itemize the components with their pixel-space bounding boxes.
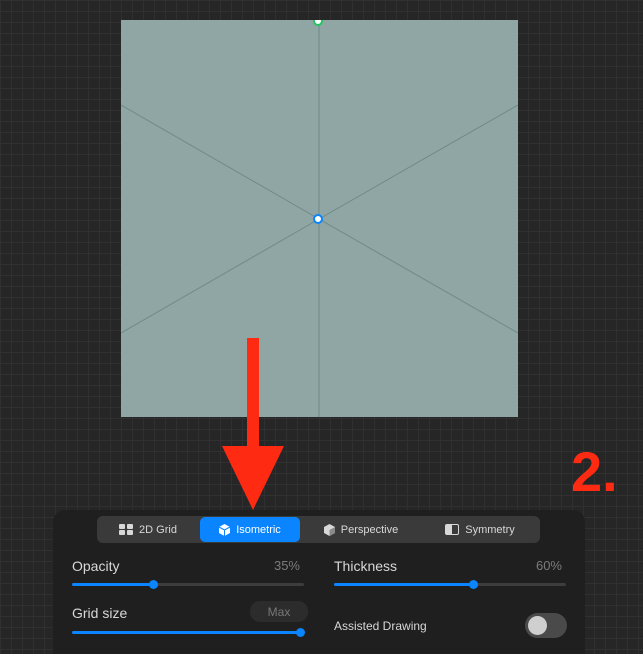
thickness-value: 60% [535, 558, 562, 573]
opacity-value: 35% [273, 558, 300, 573]
thickness-label: Thickness [334, 558, 398, 574]
grid-2d-icon [119, 524, 134, 535]
guide-line-right-lower [318, 218, 518, 334]
assisted-drawing-toggle[interactable] [525, 613, 567, 638]
guide-line-left-lower [121, 218, 320, 334]
assisted-drawing-toggle-thumb [528, 616, 547, 635]
tab-isometric[interactable]: Isometric [200, 517, 300, 542]
tab-perspective[interactable]: Perspective [302, 517, 420, 542]
perspective-cube-icon [323, 523, 335, 536]
opacity-slider[interactable] [72, 580, 304, 589]
rotation-handle[interactable] [313, 20, 323, 26]
grid-size-label: Grid size [72, 605, 128, 621]
center-handle[interactable] [313, 214, 323, 224]
grid-size-slider-knob[interactable] [296, 628, 305, 637]
thickness-slider[interactable] [334, 580, 566, 589]
grid-size-slider-fill [72, 631, 300, 634]
opacity-slider-fill [72, 583, 154, 586]
tab-2d-grid[interactable]: 2D Grid [98, 517, 198, 542]
opacity-slider-knob[interactable] [149, 580, 159, 589]
guide-type-tabs: 2D Grid Isometric Perspective Symmetry [97, 516, 540, 543]
tab-symmetry[interactable]: Symmetry [422, 517, 538, 542]
drawing-guide-panel: 2D Grid Isometric Perspective Symmetry O… [53, 510, 585, 654]
drawing-canvas[interactable] [121, 20, 518, 417]
symmetry-icon [445, 524, 460, 535]
isometric-cube-icon [219, 523, 231, 536]
opacity-label: Opacity [72, 558, 120, 574]
annotation-arrow-icon [222, 338, 284, 510]
tab-2d-grid-label: 2D Grid [139, 523, 177, 536]
step-number-label: 2. [571, 440, 618, 503]
isometric-guide-lines [121, 20, 518, 417]
tab-symmetry-label: Symmetry [465, 523, 515, 536]
tab-perspective-label: Perspective [340, 523, 399, 536]
assisted-drawing-label: Assisted Drawing [334, 619, 427, 633]
guide-line-left-upper [121, 104, 320, 220]
thickness-slider-fill [334, 583, 474, 586]
thickness-slider-knob[interactable] [469, 580, 479, 589]
grid-size-value-pill: Max [250, 601, 308, 622]
guide-line-right-upper [318, 104, 518, 220]
grid-size-slider[interactable] [72, 628, 305, 637]
tab-isometric-label: Isometric [236, 523, 281, 536]
